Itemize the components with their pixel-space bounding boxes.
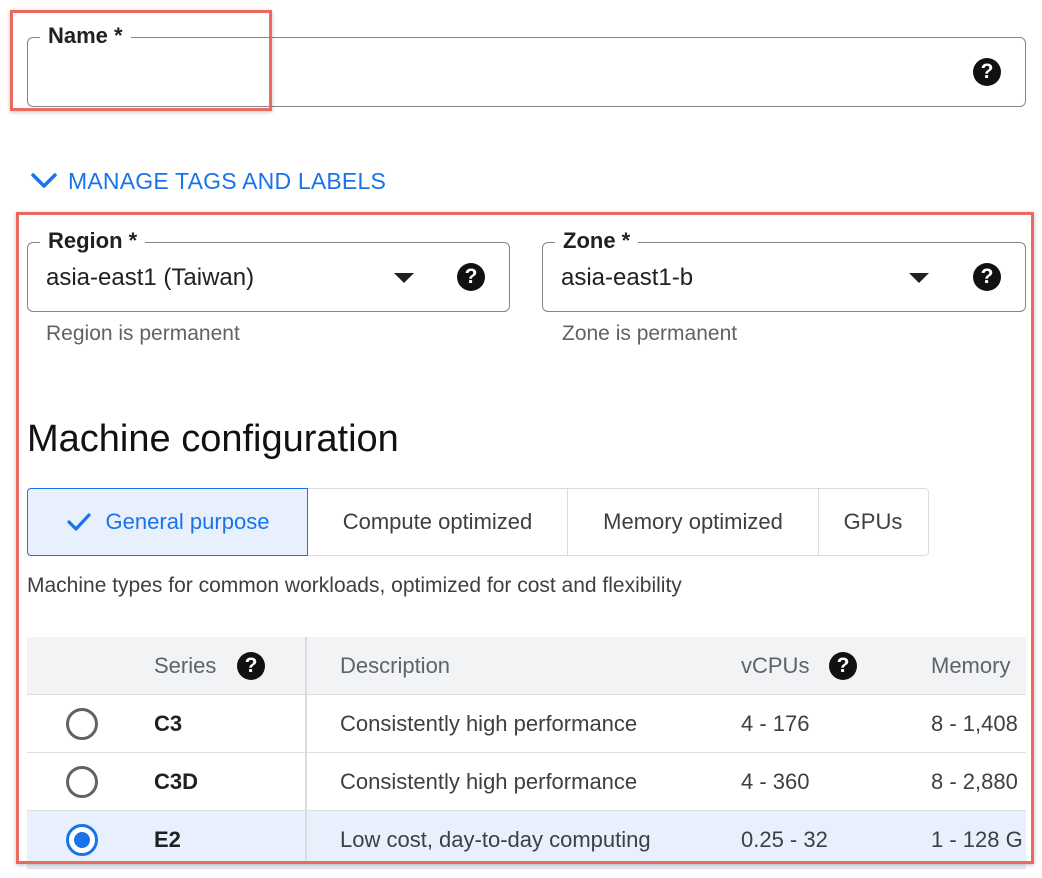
manage-tags-label: MANAGE TAGS AND LABELS (68, 167, 386, 194)
help-icon[interactable]: ? (973, 263, 1001, 291)
memory-cell: 1 - 128 G (931, 827, 1023, 852)
help-icon[interactable]: ? (973, 58, 1001, 86)
tab-label: GPUs (843, 509, 903, 534)
header-vcpus: vCPUs (741, 653, 810, 678)
help-icon[interactable]: ? (237, 652, 265, 680)
name-field-label: Name * (40, 21, 131, 51)
series-cell: C3D (154, 769, 199, 794)
name-field[interactable]: Name * ? (27, 21, 1026, 107)
tab-label: Compute optimized (342, 509, 533, 534)
column-divider (305, 637, 307, 865)
tab-description: Machine types for common workloads, opti… (27, 574, 682, 597)
machine-family-tabs: General purpose Compute optimized Memory… (27, 488, 929, 556)
dropdown-arrow-icon[interactable] (394, 273, 414, 283)
region-label: Region * (40, 226, 146, 256)
region-select[interactable]: Region * asia-east1 (Taiwan) ? (27, 226, 510, 312)
tab-gpus[interactable]: GPUs (817, 488, 929, 556)
description-cell: Low cost, day-to-day computing (340, 827, 651, 852)
region-value: asia-east1 (Taiwan) (46, 264, 255, 291)
header-series: Series (154, 653, 217, 678)
zone-value: asia-east1-b (561, 264, 694, 291)
machine-config-title: Machine configuration (27, 418, 399, 460)
help-icon[interactable]: ? (829, 652, 857, 680)
table-header: Series ? Description vCPUs ? Memory (27, 637, 1026, 695)
manage-tags-link[interactable]: MANAGE TAGS AND LABELS (30, 164, 386, 198)
tab-label: General purpose (105, 509, 270, 534)
tab-memory-optimized[interactable]: Memory optimized (567, 488, 819, 556)
description-cell: Consistently high performance (340, 769, 638, 794)
radio-button[interactable] (66, 766, 98, 798)
header-description: Description (340, 653, 451, 678)
series-cell: C3 (154, 711, 183, 736)
zone-label: Zone * (555, 226, 639, 256)
tab-general-purpose[interactable]: General purpose (27, 488, 308, 556)
vcpus-cell: 4 - 360 (741, 769, 810, 794)
series-cell: E2 (154, 827, 181, 852)
table-row[interactable]: C3D Consistently high performance 4 - 36… (27, 753, 1026, 811)
memory-cell: 8 - 1,408 (931, 711, 1018, 736)
dropdown-arrow-icon[interactable] (909, 273, 929, 283)
chevron-down-icon (31, 173, 57, 188)
header-memory: Memory (931, 653, 1011, 678)
help-icon[interactable]: ? (457, 263, 485, 291)
radio-button[interactable] (66, 824, 98, 856)
description-cell: Consistently high performance (340, 711, 638, 736)
memory-cell: 8 - 2,880 (931, 769, 1018, 794)
zone-select[interactable]: Zone * asia-east1-b ? (542, 226, 1026, 312)
table-row[interactable]: C3 Consistently high performance 4 - 176… (27, 695, 1026, 753)
zone-helper-text: Zone is permanent (562, 322, 738, 345)
vcpus-cell: 4 - 176 (741, 711, 810, 736)
table-row[interactable]: E2 Low cost, day-to-day computing 0.25 -… (27, 811, 1026, 869)
check-icon (66, 513, 91, 531)
region-helper-text: Region is permanent (46, 322, 240, 345)
radio-button[interactable] (66, 708, 98, 740)
tab-label: Memory optimized (603, 509, 783, 534)
tab-compute-optimized[interactable]: Compute optimized (306, 488, 569, 556)
vcpus-cell: 0.25 - 32 (741, 827, 828, 852)
